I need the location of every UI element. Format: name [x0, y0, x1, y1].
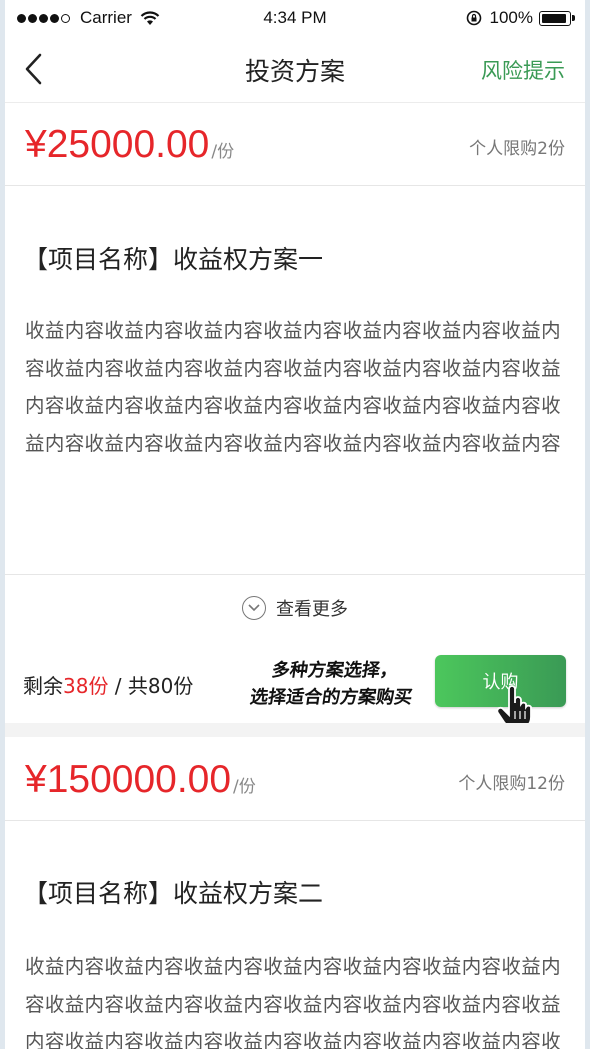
rotation-lock-icon [466, 10, 481, 26]
annotation-note: 多种方案选择， 选择适合的方案购买 [224, 657, 442, 711]
plan-description-1: 收益内容收益内容收益内容收益内容收益内容收益内容收益内容收益内容收益内容收益内容… [25, 319, 561, 455]
remaining-shares: 剩余38份 / 共80份 [23, 670, 193, 699]
battery-icon [539, 10, 571, 26]
annotation-line-2: 选择适合的方案购买 [248, 687, 414, 708]
purchase-limit: 个人限购2份 [469, 139, 565, 159]
price-value: ¥25000.00 [25, 123, 210, 166]
remaining-count: 38份 [63, 674, 109, 698]
status-bar: Carrier 4:34 PM 100% [5, 0, 585, 36]
battery-percent: 100% [489, 8, 533, 27]
plan-card-1: ¥25000.00/份 个人限购2份 [5, 103, 585, 186]
phone-screen: Carrier 4:34 PM 100% 投资方案 风险提示 ¥25000.00… [5, 0, 585, 1049]
battery-cap [572, 15, 575, 21]
remaining-label: 剩余 [23, 674, 63, 698]
price-row: ¥150000.00/份 个人限购12份 [5, 738, 585, 821]
price-row: ¥25000.00/份 个人限购2份 [5, 103, 585, 186]
nav-bar: 投资方案 风险提示 [5, 36, 585, 103]
price-unit: /份 [233, 777, 256, 797]
purchase-limit: 个人限购12份 [458, 774, 565, 794]
annotation-line-1: 多种方案选择， [270, 660, 400, 681]
purchase-row: 剩余38份 / 共80份 多种方案选择， 选择适合的方案购买 认购 [5, 641, 585, 730]
view-more-label: 查看更多 [276, 599, 348, 620]
plan-description-2: 收益内容收益内容收益内容收益内容收益内容收益内容收益内容收益内容收益内容收益内容… [25, 955, 561, 1049]
risk-notice-link[interactable]: 风险提示 [481, 55, 565, 85]
view-more-button[interactable]: 查看更多 [5, 574, 585, 642]
section-gap [5, 723, 585, 737]
plan-title-2: 【项目名称】收益权方案二 [23, 879, 324, 908]
plan-price: ¥25000.00/份 [25, 123, 234, 167]
total-shares: / 共80份 [108, 674, 194, 698]
plan-price: ¥150000.00/份 [25, 758, 256, 802]
price-value: ¥150000.00 [25, 758, 232, 801]
price-unit: /份 [211, 142, 235, 162]
plan-title-1: 【项目名称】收益权方案一 [23, 245, 324, 274]
status-right: 100% [458, 8, 575, 28]
plan-card-2: ¥150000.00/份 个人限购12份 [5, 738, 585, 821]
chevron-down-icon [242, 596, 266, 620]
